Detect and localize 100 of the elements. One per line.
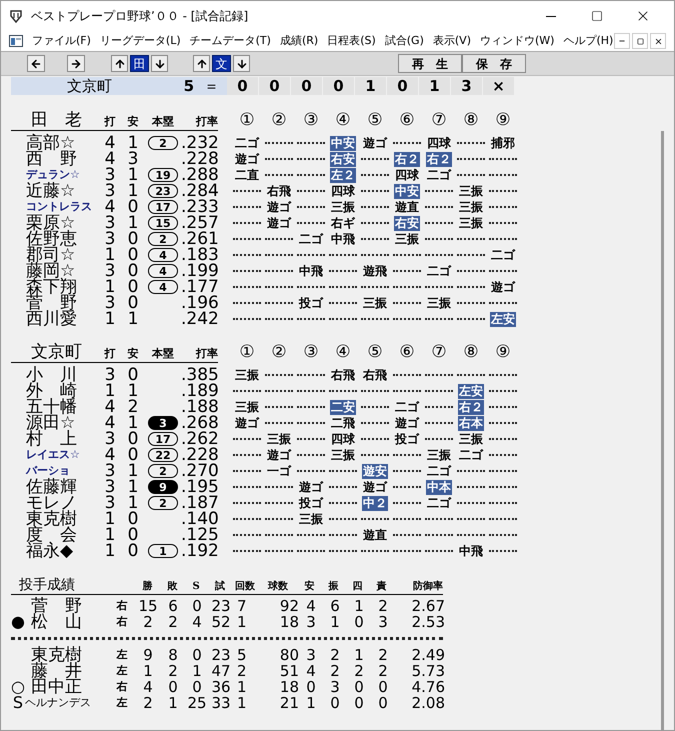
menu-item[interactable]: 試合(G) [384, 32, 424, 50]
batting-average: .183 [181, 247, 218, 263]
at-bat-result: 二ゴ [299, 232, 323, 246]
leader-dots [393, 142, 421, 144]
pitching-stat: 1 [329, 614, 341, 630]
batting-average: .288 [181, 167, 218, 183]
pitching-stat: 2 [329, 663, 341, 679]
hits-count: 2 [126, 399, 140, 415]
column-header: S [192, 580, 201, 593]
inning-number: ⑨ [494, 111, 512, 129]
at-bat-result: 左２ [330, 168, 356, 182]
leader-dots [233, 470, 261, 472]
at-bat-result: 一ゴ [267, 464, 291, 478]
pitching-stat: 2 [377, 647, 389, 663]
pitching-stat: 4 [305, 663, 317, 679]
hits-count: 0 [126, 511, 140, 527]
leader-dots [297, 190, 325, 192]
action-button[interactable]: 再 生 [398, 54, 462, 73]
leader-dots [425, 286, 453, 288]
team-toggle[interactable]: 文 [212, 55, 231, 72]
home-run-badge: 4 [148, 280, 178, 294]
leader-dots [489, 302, 517, 304]
at-bats-count: 3 [104, 463, 116, 479]
down-button[interactable] [233, 55, 250, 72]
leader-dots [233, 438, 261, 440]
at-bat-result: 三振 [427, 448, 451, 462]
leader-dots [457, 158, 485, 160]
player-name: 源田☆ [25, 415, 76, 431]
leader-dots [329, 518, 357, 520]
pitching-stat: 52 [210, 614, 232, 630]
leader-dots [297, 374, 325, 376]
leader-dots [425, 238, 453, 240]
team-toggle[interactable]: 田 [130, 55, 149, 72]
menu-item[interactable]: ファイル(F) [32, 32, 91, 50]
hits-count: 1 [126, 215, 140, 231]
pitcher-name: 藤 井 [30, 663, 83, 679]
inning-score: 0 [291, 77, 322, 95]
leader-dots [297, 206, 325, 208]
leader-dots [297, 422, 325, 424]
at-bat-result: 二飛 [331, 416, 355, 430]
pitching-stat: 47 [210, 663, 232, 679]
pitching-stat: 80 [278, 647, 299, 663]
home-run-badge: 9 [148, 480, 178, 494]
pitching-stat: 0 [191, 647, 203, 663]
column-header: 試 [214, 580, 226, 593]
player-name: 藤岡☆ [25, 263, 76, 279]
pitching-title: 投手成績 [18, 577, 76, 593]
hits-count: 0 [126, 247, 140, 263]
menu-item[interactable]: 表示(V) [432, 32, 471, 50]
pitching-stat: 0 [377, 695, 389, 711]
pitching-stat: 2 [353, 663, 365, 679]
menu-item[interactable]: 成績(R) [280, 32, 318, 50]
home-run-badge: 4 [148, 264, 178, 278]
mdi-restore-button[interactable] [632, 33, 648, 49]
at-bats-count: 3 [104, 479, 116, 495]
scoreline-team: 文京町 [67, 78, 112, 94]
at-bats-count: 3 [104, 183, 116, 199]
throwing-hand: 右 [116, 598, 128, 614]
pitching-stat: 2 [142, 695, 154, 711]
at-bat-result: 二ゴ [459, 448, 483, 462]
hits-count: 1 [126, 167, 140, 183]
pitching-stat: 3 [305, 647, 317, 663]
maximize-icon [591, 10, 603, 22]
pitching-stat: 15 [137, 598, 159, 614]
mdi-close-button[interactable] [650, 33, 666, 49]
leader-dots [265, 422, 293, 424]
previous-button[interactable] [27, 55, 45, 72]
up-button[interactable] [193, 55, 210, 72]
leader-dots [393, 390, 421, 392]
leader-dots [233, 390, 261, 392]
menu-item[interactable]: チームデータ(T) [190, 32, 271, 50]
leader-dots [425, 534, 453, 536]
pitching-stat: 0 [305, 679, 317, 695]
throwing-hand: 右 [116, 678, 128, 695]
next-button[interactable] [67, 55, 85, 72]
leader-dots [265, 374, 293, 376]
leader-dots [457, 286, 485, 288]
at-bat-result: 中飛 [299, 264, 323, 278]
menu-item[interactable]: ウィンドウ(W) [480, 32, 554, 50]
at-bat-result: 二ゴ [235, 136, 259, 150]
pitching-stat: 4 [305, 598, 317, 614]
at-bats-count: 3 [104, 295, 116, 311]
player-name: 高部☆ [25, 135, 76, 151]
pitching-stat: 18 [278, 679, 299, 695]
at-bat-result: 右ギ [331, 216, 355, 230]
leader-dots [329, 254, 357, 256]
scrollbar-track[interactable] [660, 131, 664, 730]
up-button[interactable] [111, 55, 128, 72]
leader-dots [457, 270, 485, 272]
home-run-badge: 17 [148, 432, 178, 446]
equals-sign: ＝ [204, 76, 219, 97]
menu-item[interactable]: 日程表(S) [327, 32, 376, 50]
menu-item[interactable]: リーグデータ(L) [100, 32, 181, 50]
leader-dots [329, 470, 357, 472]
leader-dots [233, 486, 261, 488]
down-button[interactable] [151, 55, 168, 72]
menu-item[interactable]: ヘルプ(H) [563, 32, 614, 50]
at-bat-result: 遊ゴ [299, 480, 323, 494]
action-button[interactable]: 保 存 [462, 54, 526, 73]
at-bat-result: 中２ [362, 496, 388, 510]
